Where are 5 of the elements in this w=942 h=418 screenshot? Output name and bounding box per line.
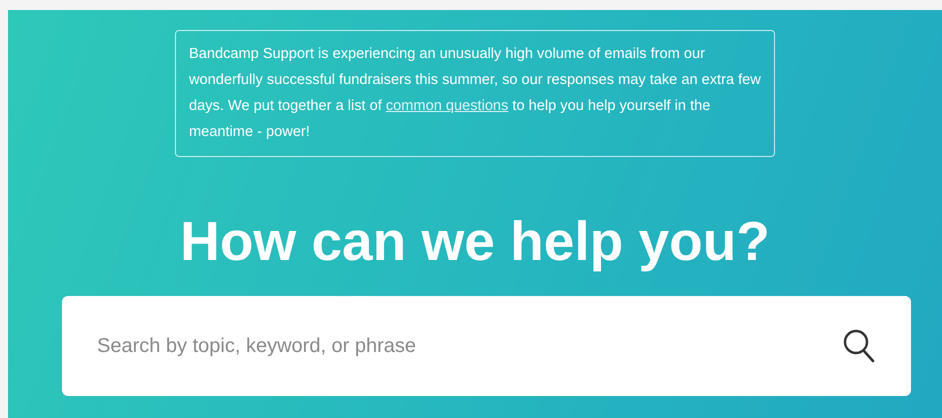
- notice-text: Bandcamp Support is experiencing an unusually high volume of emails from our wonderfully successful fundraisers this summer, so our responses may take an extra few days. We put together a list of common questions to help you help yourself in the meantime - power!: [175, 30, 775, 157]
- search-field[interactable]: Search by topic, keyword, or phrase: [62, 296, 911, 396]
- common-questions-link[interactable]: common questions: [386, 98, 508, 114]
- search-icon[interactable]: [843, 329, 875, 363]
- page-heading: How can we help you?: [179, 209, 771, 273]
